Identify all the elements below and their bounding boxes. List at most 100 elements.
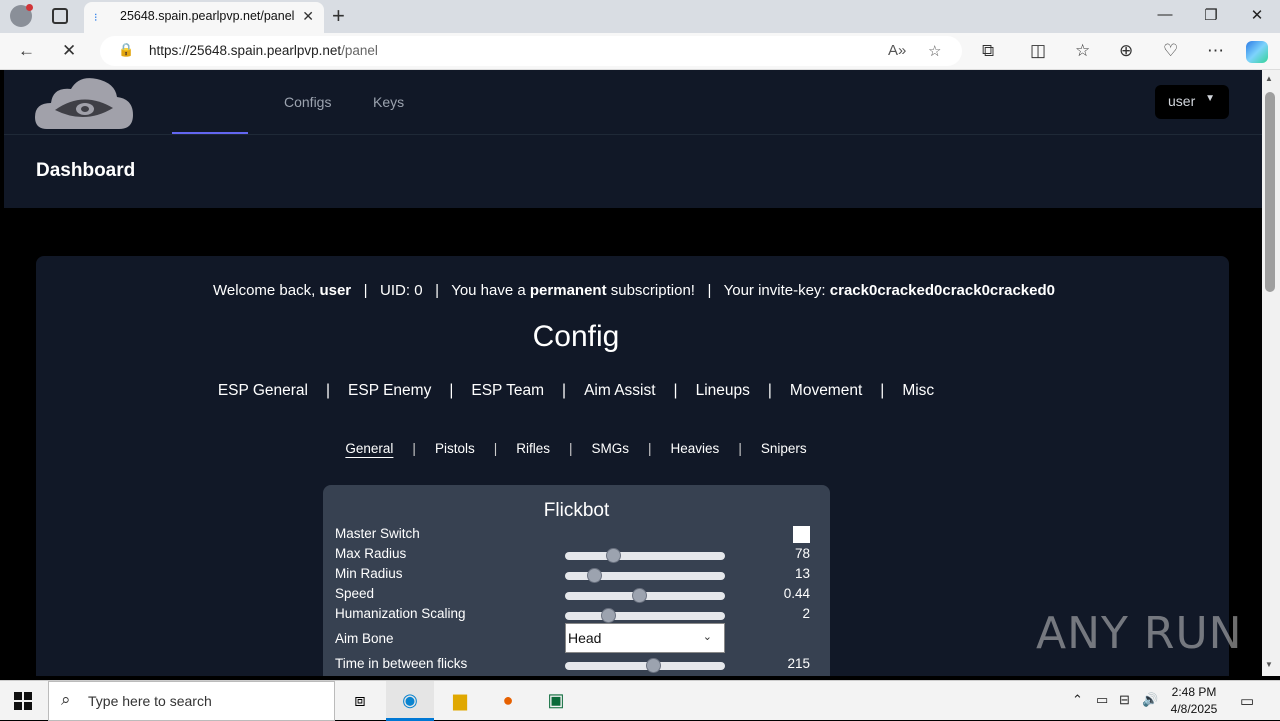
uid-text: UID: 0 [380, 282, 423, 299]
browser-tab[interactable]: ⁝ 25648.spain.pearlpvp.net/panel ✕ [84, 2, 324, 33]
taskbar-search-box[interactable]: ⌕ Type here to search [48, 681, 335, 721]
extensions-icon[interactable]: ⧉ [982, 41, 994, 61]
invite-prefix: Your invite-key: [723, 282, 830, 299]
more-menu-icon[interactable]: ⋯ [1207, 41, 1224, 61]
tab-heavies[interactable]: Heavies [671, 441, 720, 456]
tab-rifles[interactable]: Rifles [516, 441, 550, 456]
scroll-down-icon[interactable]: ▼ [1265, 660, 1273, 669]
new-tab-button[interactable]: + [332, 3, 345, 29]
slider-handle[interactable] [601, 608, 617, 623]
back-icon[interactable]: ← [18, 41, 35, 61]
web-page: Configs Keys user ▼ Dashboard Welcome ba… [4, 70, 1262, 676]
slider-handle[interactable] [606, 548, 621, 563]
separator: | [449, 382, 454, 399]
user-menu-label: user [1168, 93, 1196, 109]
separator: | [738, 441, 742, 456]
tab-esp-enemy[interactable]: ESP Enemy [348, 382, 431, 400]
slider-handle[interactable] [646, 658, 661, 673]
tab-movement[interactable]: Movement [790, 382, 862, 400]
flick-delay-row: Time in between flicks 215 [335, 655, 820, 675]
speed-slider[interactable] [565, 588, 725, 603]
max-radius-slider[interactable] [565, 548, 725, 563]
url-host: https://25648.spain.pearlpvp.net [149, 43, 342, 58]
tab-smgs[interactable]: SMGs [592, 441, 630, 456]
max-radius-value: 78 [794, 546, 810, 561]
cloud-eye-logo[interactable] [35, 75, 133, 130]
anyrun-watermark: ANY RUN [1036, 608, 1243, 659]
page-scrollbar[interactable]: ▲ ▼ [1262, 70, 1280, 676]
tab-aim-assist[interactable]: Aim Assist [584, 382, 655, 400]
collections-icon[interactable]: ⊕ [1119, 41, 1133, 61]
master-switch-checkbox[interactable] [793, 526, 810, 543]
address-bar[interactable]: 🔒 https://25648.spain.pearlpvp.net/panel… [100, 36, 962, 66]
file-explorer-icon[interactable]: ▆ [436, 681, 484, 721]
humanization-slider[interactable] [565, 608, 725, 623]
welcome-line: Welcome back, user | UID: 0 | You have a… [213, 282, 1055, 299]
tab-esp-team[interactable]: ESP Team [471, 382, 544, 400]
aim-bone-row: Aim Bone Head ⌄ [335, 623, 820, 653]
restore-button[interactable]: ❐ [1188, 6, 1234, 24]
tab-pistols[interactable]: Pistols [435, 441, 475, 456]
task-view-icon[interactable]: ⧈ [336, 681, 384, 721]
tab-actions-icon[interactable] [52, 8, 68, 24]
read-aloud-icon[interactable]: A» [888, 42, 906, 59]
favorite-star-icon[interactable]: ☆ [928, 42, 941, 60]
flick-delay-slider[interactable] [565, 658, 725, 673]
favorites-icon[interactable]: ☆ [1075, 41, 1090, 61]
performance-icon[interactable]: ♡ [1163, 41, 1178, 61]
url-path: /panel [341, 43, 378, 58]
browser-toolbar: ← ✕ 🔒 https://25648.spain.pearlpvp.net/p… [0, 33, 1280, 70]
min-radius-slider[interactable] [565, 568, 725, 583]
lock-icon[interactable]: 🔒 [118, 42, 134, 58]
tab-snipers[interactable]: Snipers [761, 441, 807, 456]
min-radius-label: Min Radius [335, 566, 403, 581]
nav-keys[interactable]: Keys [373, 94, 404, 110]
clock-time: 2:48 PM [1171, 685, 1217, 699]
tab-esp-general[interactable]: ESP General [218, 382, 308, 400]
user-menu-button[interactable]: user ▼ [1155, 85, 1229, 119]
firefox-icon[interactable]: ● [484, 681, 532, 721]
tab-general[interactable]: General [345, 441, 393, 456]
notifications-icon[interactable]: ▭ [1240, 692, 1254, 710]
header-divider [4, 134, 1262, 135]
windows-start-icon[interactable] [14, 692, 32, 710]
aim-bone-select[interactable]: Head ⌄ [565, 623, 725, 653]
minimize-button[interactable]: — [1142, 6, 1188, 23]
edge-browser-icon[interactable]: ◉ [386, 681, 434, 721]
sub-suffix: subscription! [606, 282, 695, 299]
separator: | [326, 382, 331, 399]
network-icon[interactable]: ⊟ [1119, 692, 1130, 708]
taskbar-clock[interactable]: 2:48 PM 4/8/2025 [1166, 684, 1222, 718]
separator: | [562, 382, 567, 399]
speed-value: 0.44 [783, 586, 810, 601]
battery-icon[interactable]: ▭ [1096, 692, 1108, 708]
close-tab-icon[interactable]: ✕ [302, 8, 314, 25]
chevron-down-icon: ⌄ [702, 631, 712, 643]
app-window-icon[interactable]: ▣ [532, 681, 580, 721]
slider-handle[interactable] [586, 568, 602, 583]
stop-loading-icon[interactable]: ✕ [62, 41, 76, 61]
config-title: Config [532, 320, 620, 353]
tab-misc[interactable]: Misc [902, 382, 934, 400]
nav-configs[interactable]: Configs [284, 94, 331, 110]
close-window-button[interactable]: ✕ [1234, 6, 1280, 24]
page-title: Dashboard [36, 160, 136, 181]
sub-prefix: You have a [451, 282, 530, 299]
volume-icon[interactable]: 🔊 [1142, 692, 1158, 708]
copilot-icon[interactable] [1246, 41, 1268, 63]
url-text[interactable]: https://25648.spain.pearlpvp.net/panel [149, 43, 378, 58]
aim-bone-label: Aim Bone [335, 631, 394, 646]
split-screen-icon[interactable]: ◫ [1030, 41, 1046, 61]
separator: | [880, 382, 885, 399]
loading-icon: ⁝ [94, 12, 98, 24]
show-hidden-icons-chevron-up-icon[interactable]: ⌃ [1072, 692, 1083, 708]
browser-titlebar: ⁝ 25648.spain.pearlpvp.net/panel ✕ + — ❐… [0, 0, 1280, 33]
search-placeholder: Type here to search [88, 693, 212, 709]
scroll-thumb[interactable] [1265, 92, 1275, 292]
max-radius-row: Max Radius 78 [335, 545, 820, 565]
scroll-up-icon[interactable]: ▲ [1265, 74, 1273, 83]
profile-avatar[interactable] [10, 4, 33, 27]
slider-handle[interactable] [631, 588, 647, 603]
welcome-username: user [319, 282, 352, 299]
tab-lineups[interactable]: Lineups [696, 382, 750, 400]
